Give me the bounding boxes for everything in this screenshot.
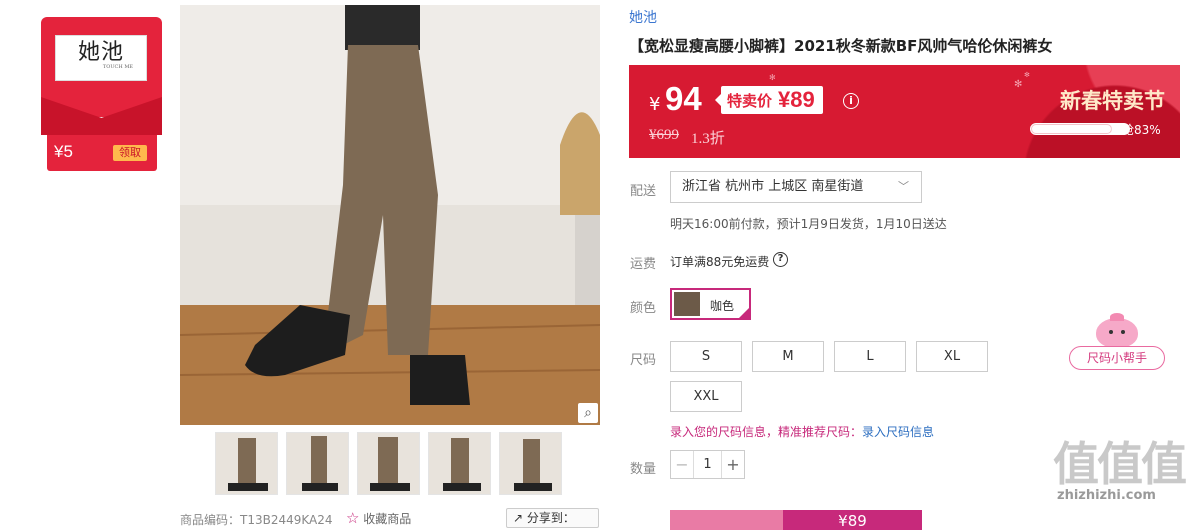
zoom-icon[interactable]: ⌕	[578, 403, 598, 423]
quantity-label: 数量	[630, 462, 657, 477]
check-icon: ✓	[737, 306, 762, 320]
thumbnail[interactable]	[286, 432, 349, 495]
store-coupon[interactable]: 她池 TOUCH ME ¥5 领取	[41, 17, 162, 171]
brand-link[interactable]: 她池	[629, 7, 657, 27]
size-label: 尺码	[630, 353, 657, 368]
buy-now-button[interactable]: ¥89	[783, 510, 922, 530]
thumbnail[interactable]	[499, 432, 562, 495]
shipping-fee-text: 订单满88元免运费	[670, 255, 770, 269]
thumbnail[interactable]	[428, 432, 491, 495]
sale-price: ¥89	[778, 87, 815, 112]
enter-size-link[interactable]: 录入尺码信息	[862, 425, 934, 439]
color-option-selected[interactable]: 咖色 ✓	[670, 288, 762, 320]
address-select[interactable]: 浙江省 杭州市 上城区 南星街道 ﹀	[670, 171, 922, 203]
share-icon: ↗	[513, 511, 524, 525]
coupon-claim-button[interactable]: 领取	[113, 145, 147, 161]
shipping-label: 配送	[630, 184, 657, 199]
product-main-image[interactable]: ⌕	[180, 5, 600, 425]
original-price: ¥699	[649, 127, 679, 143]
sale-price-tag: 特卖价 ¥89	[715, 86, 823, 114]
delivery-estimate: 明天16:00前付款，预计1月9日发货，1月10日送达	[670, 217, 947, 231]
thumbnail[interactable]	[215, 432, 278, 495]
size-option-xl[interactable]: XL	[916, 341, 988, 372]
product-code: 商品编码：T13B2449KA24	[180, 513, 333, 527]
decrease-button[interactable]: −	[671, 451, 693, 478]
product-photo	[180, 5, 600, 425]
help-icon[interactable]: ?	[773, 252, 788, 267]
shipping-fee-label: 运费	[630, 257, 657, 272]
thumbnail-strip	[215, 432, 562, 495]
star-icon: ☆	[346, 509, 360, 527]
favorite-button[interactable]: ☆ 收藏商品	[346, 509, 411, 527]
store-logo: 她池 TOUCH ME	[55, 35, 147, 81]
buy-button-bar[interactable]: ¥89	[670, 510, 922, 530]
size-option-m[interactable]: M	[752, 341, 824, 372]
increase-button[interactable]: +	[722, 451, 744, 478]
price-currency: ¥	[649, 94, 661, 115]
thumbnail[interactable]	[357, 432, 420, 495]
size-option-s[interactable]: S	[670, 341, 742, 372]
size-option-l[interactable]: L	[834, 341, 906, 372]
sale-label: 特卖价	[727, 91, 773, 110]
coupon-amount: ¥5	[54, 142, 73, 161]
color-label: 颜色	[630, 301, 657, 316]
product-title: 【宽松显瘦高腰小脚裤】2021秋冬新款BF风帅气哈伦休闲裤女	[629, 37, 1053, 55]
size-option-xxl[interactable]: XXL	[670, 381, 742, 412]
price-banner: ✻ ✻ ✻ ¥ 94 特卖价 ¥89 i ¥699 1.3折 新春特卖节 已抢8…	[629, 65, 1180, 158]
size-tip: 录入您的尺码信息，精准推荐尺码：录入尺码信息	[670, 425, 935, 439]
info-icon[interactable]: i	[843, 93, 859, 109]
quantity-stepper: − 1 +	[670, 450, 745, 479]
discount-text: 1.3折	[691, 131, 725, 147]
chevron-down-icon: ﹀	[898, 180, 909, 193]
watermark: 值值值 zhizhizhi.com	[1053, 437, 1187, 503]
quantity-input[interactable]: 1	[693, 451, 722, 478]
mascot-icon	[1096, 313, 1138, 348]
sold-percent: 已抢83%	[1110, 123, 1161, 137]
current-price: 94	[665, 80, 702, 117]
color-swatch	[674, 292, 700, 316]
share-button[interactable]: ↗ 分享到：	[506, 508, 599, 528]
size-helper-button[interactable]: 尺码小帮手	[1069, 313, 1165, 372]
festival-title: 新春特卖节	[1060, 89, 1165, 113]
